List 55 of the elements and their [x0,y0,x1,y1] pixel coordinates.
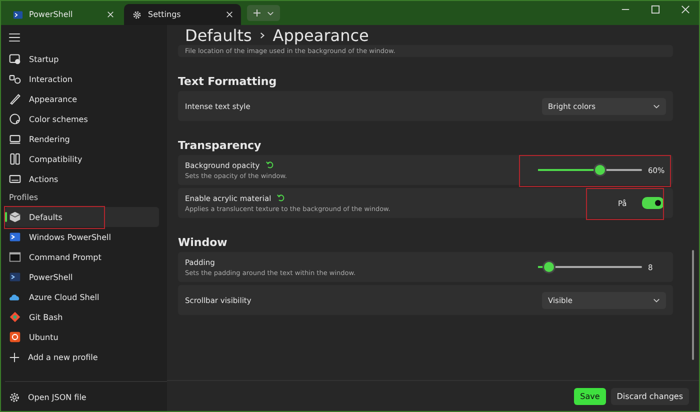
reset-icon[interactable] [277,194,286,202]
section-heading: Window [178,236,228,249]
gear-icon [132,10,142,20]
section-heading: Transparency [178,139,262,152]
monitor-icon [9,133,21,145]
gear-icon [9,392,20,402]
breadcrumb-item[interactable]: Defaults [185,26,252,44]
palette-icon [9,113,21,125]
chevron-right-icon [260,32,265,38]
profile-item[interactable]: Azure Cloud Shell [5,287,159,307]
window-icon [9,53,21,65]
chevron-down-icon[interactable] [267,10,274,16]
toggle-switch[interactable] [642,197,664,209]
reset-icon[interactable] [266,161,274,169]
profile-item[interactable]: Windows PowerShell [5,227,159,247]
profile-item[interactable]: PowerShell [5,267,159,287]
open-json-link[interactable]: Open JSON file [5,386,159,408]
terminal-icon [13,10,23,20]
section-heading: Text Formatting [178,75,278,88]
section-label: Profiles [8,192,40,204]
close-icon[interactable] [107,11,114,18]
nav-item[interactable]: Startup [5,49,159,69]
nav-item[interactable]: Interaction [5,69,159,89]
terminal-icon [9,271,21,283]
terminal-icon [9,231,21,243]
plus-icon[interactable] [253,9,261,17]
slider-thumb[interactable] [595,165,606,175]
save-button[interactable]: Save [574,388,606,404]
slider-thumb[interactable] [544,262,554,272]
close-icon[interactable] [226,11,233,18]
profile-item[interactable]: Ubuntu [5,327,159,347]
chevron-down-icon [653,296,660,304]
keyboard-icon [9,173,21,185]
tab[interactable]: PowerShell [5,4,122,25]
menu-icon[interactable] [9,33,20,42]
console-icon [9,251,21,263]
tab[interactable]: Settings [124,4,241,25]
nav-item[interactable]: Color schemes [5,109,159,129]
profile-item[interactable]: Command Prompt [5,247,159,267]
profile-item[interactable]: Git Bash [5,307,159,327]
selection-indicator [5,212,7,222]
nav-item[interactable]: Compatibility [5,149,159,169]
breadcrumb-item: Appearance [272,26,369,44]
plus-icon [9,352,20,362]
maximize-icon[interactable] [651,5,660,14]
scrollbar[interactable] [692,250,694,360]
discard-button[interactable]: Discard changes [610,388,689,404]
profile-item[interactable]: Defaults [5,207,159,227]
brush-icon [9,93,21,105]
nav-item[interactable]: Rendering [5,129,159,149]
nav-item[interactable]: Actions [5,169,159,189]
add-profile-item[interactable]: Add a new profile [5,347,159,367]
close-icon[interactable] [681,5,690,14]
chevron-down-icon [653,102,660,110]
nav-item[interactable]: Appearance [5,89,159,109]
